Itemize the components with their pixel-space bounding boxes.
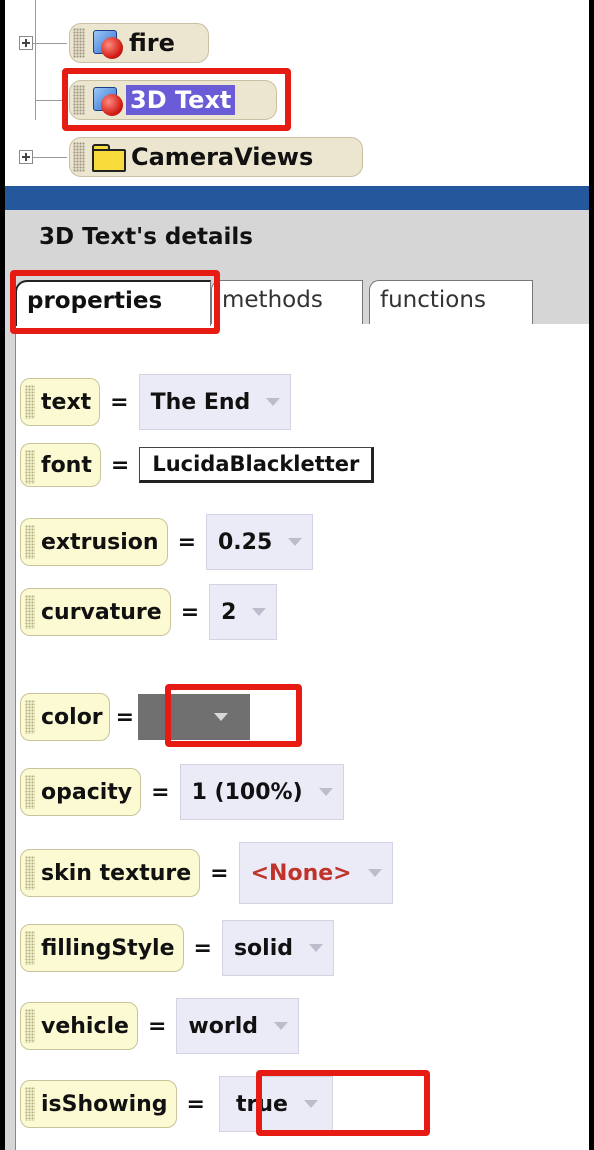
tab-methods[interactable]: methods [211,280,363,324]
equals-sign: = [110,389,129,415]
property-row-filling-style: fillingStyle = solid [20,920,334,976]
equals-sign: = [147,1013,167,1039]
vehicle-value-dropdown[interactable]: world [176,998,299,1054]
equals-sign: = [115,704,135,730]
highlight-is-showing-value [256,1070,430,1136]
extrusion-value-dropdown[interactable]: 0.25 [206,514,314,570]
property-row-text: text = The End [20,374,292,430]
tab-functions[interactable]: functions [369,280,533,324]
equals-sign: = [151,779,170,805]
expand-cameraviews-toggle[interactable] [19,150,33,164]
dropdown-arrow-icon [309,944,323,952]
dropdown-arrow-icon [288,538,303,546]
font-value-field[interactable]: LucidaBlackletter [139,447,375,483]
tree-line [33,157,67,158]
tree-line [33,43,67,44]
property-row-vehicle: vehicle = world [20,998,299,1054]
property-row-skin-texture: skin texture = <None> [20,842,393,904]
dropdown-value: solid [233,935,293,961]
dropdown-arrow-icon [273,1022,288,1030]
dropdown-arrow-icon [367,869,382,877]
object-icon [91,28,123,59]
dropdown-value: <None> [250,860,352,886]
skin-texture-value-dropdown[interactable]: <None> [238,842,393,904]
equals-sign: = [110,452,130,478]
property-name[interactable]: isShowing [20,1080,177,1128]
equals-sign: = [193,935,212,961]
dropdown-arrow-icon [252,608,267,616]
equals-sign: = [186,1091,205,1117]
folder-icon [91,143,126,172]
property-name[interactable]: curvature [20,588,171,636]
property-name[interactable]: text [20,378,101,426]
details-title: 3D Text's details [39,224,253,250]
dropdown-value: 0.25 [218,529,273,555]
dropdown-arrow-icon [266,398,281,406]
dropdown-arrow-icon [318,788,333,796]
property-name[interactable]: extrusion [20,518,168,566]
property-row-extrusion: extrusion = 0.25 [20,514,314,570]
dropdown-value: The End [150,389,251,415]
dropdown-value: world [188,1013,258,1039]
highlight-properties-tab [10,270,220,334]
dropdown-value: 2 [221,599,237,625]
filling-style-value-dropdown[interactable]: solid [221,920,334,976]
opacity-value-dropdown[interactable]: 1 (100%) [179,764,344,820]
drag-grip[interactable] [73,28,85,58]
property-row-font: font = LucidaBlackletter [20,443,375,487]
property-name[interactable]: font [20,443,101,487]
property-name[interactable]: skin texture [20,849,201,897]
tree-item-label: CameraViews [131,143,314,171]
property-row-curvature: curvature = 2 [20,584,278,640]
drag-grip[interactable] [73,142,85,172]
property-name[interactable]: fillingStyle [20,924,184,972]
dropdown-value: 1 (100%) [191,779,303,805]
highlight-3d-text-item [62,68,291,131]
equals-sign: = [210,860,229,886]
expand-fire-toggle[interactable] [19,36,33,50]
object-panel: fire 3D Text CameraViews 3D Text's detai… [5,0,589,1150]
panel-divider[interactable] [5,186,589,210]
equals-sign: = [177,529,196,555]
property-name[interactable]: opacity [20,768,142,816]
tree-item-fire[interactable]: fire [69,23,209,63]
property-name[interactable]: color [20,693,110,741]
equals-sign: = [180,599,200,625]
tree-item-cameraviews[interactable]: CameraViews [69,137,363,177]
property-name[interactable]: vehicle [20,1002,138,1050]
highlight-color-value [165,684,302,747]
tree-item-label: fire [129,29,175,57]
tree-line [35,0,36,120]
text-value-dropdown[interactable]: The End [138,374,292,430]
curvature-value-dropdown[interactable]: 2 [209,584,278,640]
property-row-opacity: opacity = 1 (100%) [20,764,344,820]
